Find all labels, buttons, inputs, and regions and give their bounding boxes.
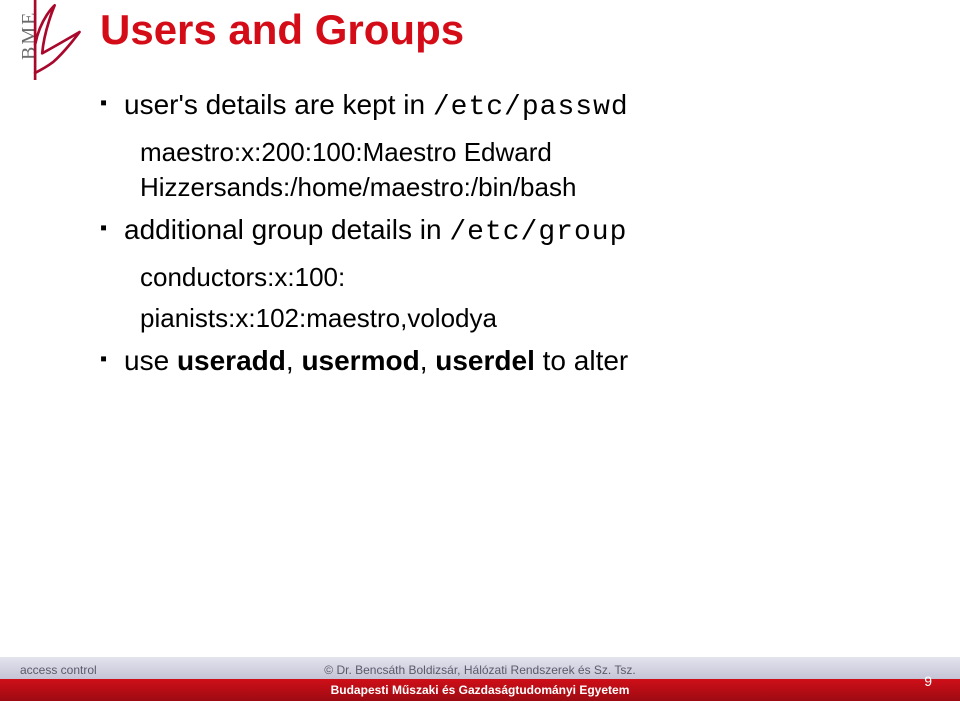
sub-bullet-text: maestro:x:200:100:Maestro Edward Hizzers… (140, 135, 920, 205)
bullet-text: additional group details in /etc/group (124, 211, 920, 252)
slide-footer: access control © Dr. Bencsáth Boldizsár,… (0, 657, 960, 701)
bullet-mark-icon: ▪ (100, 86, 124, 120)
bullet-mark-icon: ▪ (100, 211, 124, 245)
bullet-mark-icon: ▪ (100, 342, 124, 376)
bold-span: useradd (177, 345, 286, 376)
bullet-text: use useradd, usermod, userdel to alter (124, 342, 920, 380)
bullet-text: user's details are kept in /etc/passwd (124, 86, 920, 127)
code-span: /etc/passwd (433, 92, 629, 123)
bold-span: userdel (435, 345, 535, 376)
bullet-item: ▪ additional group details in /etc/group (100, 211, 920, 252)
sub-bullet-text: conductors:x:100: (140, 260, 920, 295)
text-span: use (124, 345, 177, 376)
slide-content: ▪ user's details are kept in /etc/passwd… (100, 86, 920, 388)
bullet-item: ▪ use useradd, usermod, userdel to alter (100, 342, 920, 380)
footer-university: Budapesti Műszaki és Gazdaságtudományi E… (0, 683, 960, 697)
slide: BME Users and Groups ▪ user's details ar… (0, 0, 960, 701)
text-span: user's details are kept in (124, 89, 433, 120)
text-span: additional group details in (124, 214, 449, 245)
page-number: 9 (924, 673, 932, 689)
footer-author: © Dr. Bencsáth Boldizsár, Hálózati Rends… (0, 663, 960, 677)
sub-bullet-text: pianists:x:102:maestro,volodya (140, 301, 920, 336)
code-span: /etc/group (449, 217, 627, 248)
text-span: to alter (535, 345, 628, 376)
text-span: , (420, 345, 436, 376)
bme-logo-icon (30, 0, 90, 80)
bullet-item: ▪ user's details are kept in /etc/passwd (100, 86, 920, 127)
text-span: , (286, 345, 302, 376)
slide-title: Users and Groups (100, 6, 464, 54)
bold-span: usermod (301, 345, 419, 376)
